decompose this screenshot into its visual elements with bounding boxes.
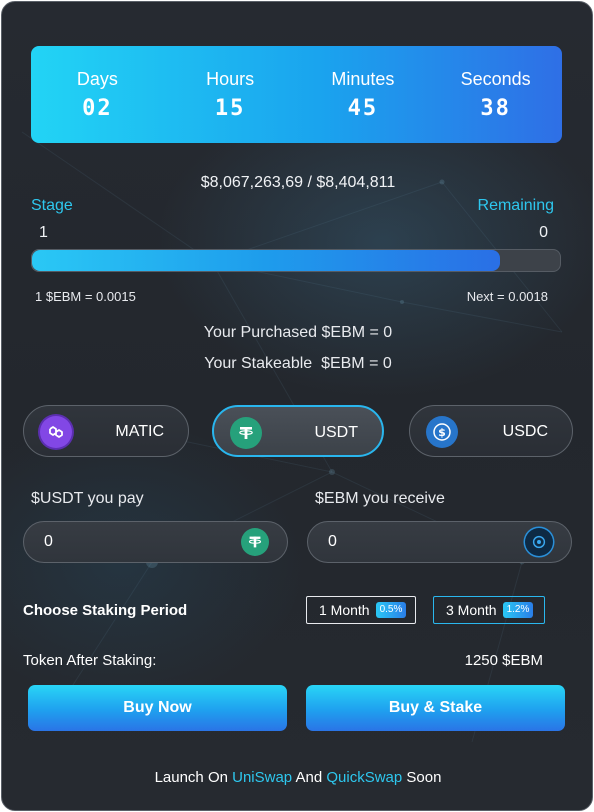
presale-widget: Days 02 Hours 15 Minutes 45 Seconds 38 $… <box>1 1 593 811</box>
remaining-label: Remaining <box>477 197 554 214</box>
receive-amount-field[interactable] <box>307 521 572 563</box>
stage-value: 1 <box>39 224 48 241</box>
staking-3-month-option[interactable]: 3 Month 1.2% <box>433 596 545 624</box>
rate-badge: 1.2% <box>502 602 534 618</box>
tether-icon <box>241 528 269 556</box>
launch-notice: Launch On UniSwap And QuickSwap Soon <box>2 769 592 786</box>
buy-now-button[interactable]: Buy Now <box>28 685 287 731</box>
staking-1-month-option[interactable]: 1 Month 0.5% <box>306 596 416 624</box>
launch-middle: And <box>292 769 327 786</box>
token-label: USDT <box>314 424 358 441</box>
days-value: 02 <box>82 95 113 121</box>
stage-label: Stage <box>31 197 73 214</box>
raised-amount: $8,067,263,69 / $8,404,811 <box>200 174 396 191</box>
days-label: Days <box>76 68 118 89</box>
rate-badge: 0.5% <box>375 602 407 618</box>
launch-prefix: Launch On <box>154 769 233 786</box>
svg-text:$: $ <box>438 426 446 439</box>
receive-label: $EBM you receive <box>315 490 445 507</box>
period-label: 1 Month <box>319 602 370 618</box>
countdown-minutes: Minutes 45 <box>297 69 430 121</box>
current-price: 1 $EBM = 0.0015 <box>35 289 136 304</box>
quickswap-link[interactable]: QuickSwap <box>326 769 402 786</box>
presale-progress-bar <box>31 249 561 272</box>
progress-fill <box>32 250 500 271</box>
hours-label: Hours <box>206 68 255 89</box>
pay-amount-field[interactable] <box>23 521 288 563</box>
token-label: MATIC <box>115 423 164 440</box>
countdown-timer: Days 02 Hours 15 Minutes 45 Seconds 38 <box>31 46 562 143</box>
seconds-label: Seconds <box>460 68 531 89</box>
staking-period-title: Choose Staking Period <box>23 602 188 619</box>
token-usdt-button[interactable]: USDT <box>212 405 384 457</box>
token-after-staking-label: Token After Staking: <box>23 652 157 669</box>
token-usdc-button[interactable]: $ USDC <box>409 405 573 457</box>
stakeable-balance: Your Stakeable $EBM = 0 <box>204 355 392 372</box>
minutes-value: 45 <box>347 95 379 121</box>
token-label: USDC <box>502 423 548 440</box>
countdown-days: Days 02 <box>31 69 164 121</box>
seconds-value: 38 <box>480 95 511 121</box>
remaining-value: 0 <box>539 224 548 241</box>
next-price: Next = 0.0018 <box>466 289 548 304</box>
tether-icon <box>230 417 262 449</box>
launch-suffix: Soon <box>402 769 442 786</box>
receive-amount-input[interactable] <box>328 522 508 562</box>
pay-label: $USDT you pay <box>31 490 144 507</box>
polygon-icon <box>40 416 72 448</box>
hours-value: 15 <box>214 95 246 121</box>
token-after-staking-value: 1250 $EBM <box>464 652 543 669</box>
token-matic-button[interactable]: MATIC <box>23 405 189 457</box>
period-label: 3 Month <box>446 602 497 618</box>
ebm-token-icon <box>525 528 553 556</box>
purchased-balance: Your Purchased $EBM = 0 <box>203 324 393 341</box>
countdown-seconds: Seconds 38 <box>429 69 562 121</box>
pay-amount-input[interactable] <box>44 522 224 562</box>
buy-and-stake-button[interactable]: Buy & Stake <box>306 685 565 731</box>
uniswap-link[interactable]: UniSwap <box>232 769 292 786</box>
countdown-hours: Hours 15 <box>164 69 297 121</box>
usdc-icon: $ <box>426 416 458 448</box>
minutes-label: Minutes <box>331 68 395 89</box>
